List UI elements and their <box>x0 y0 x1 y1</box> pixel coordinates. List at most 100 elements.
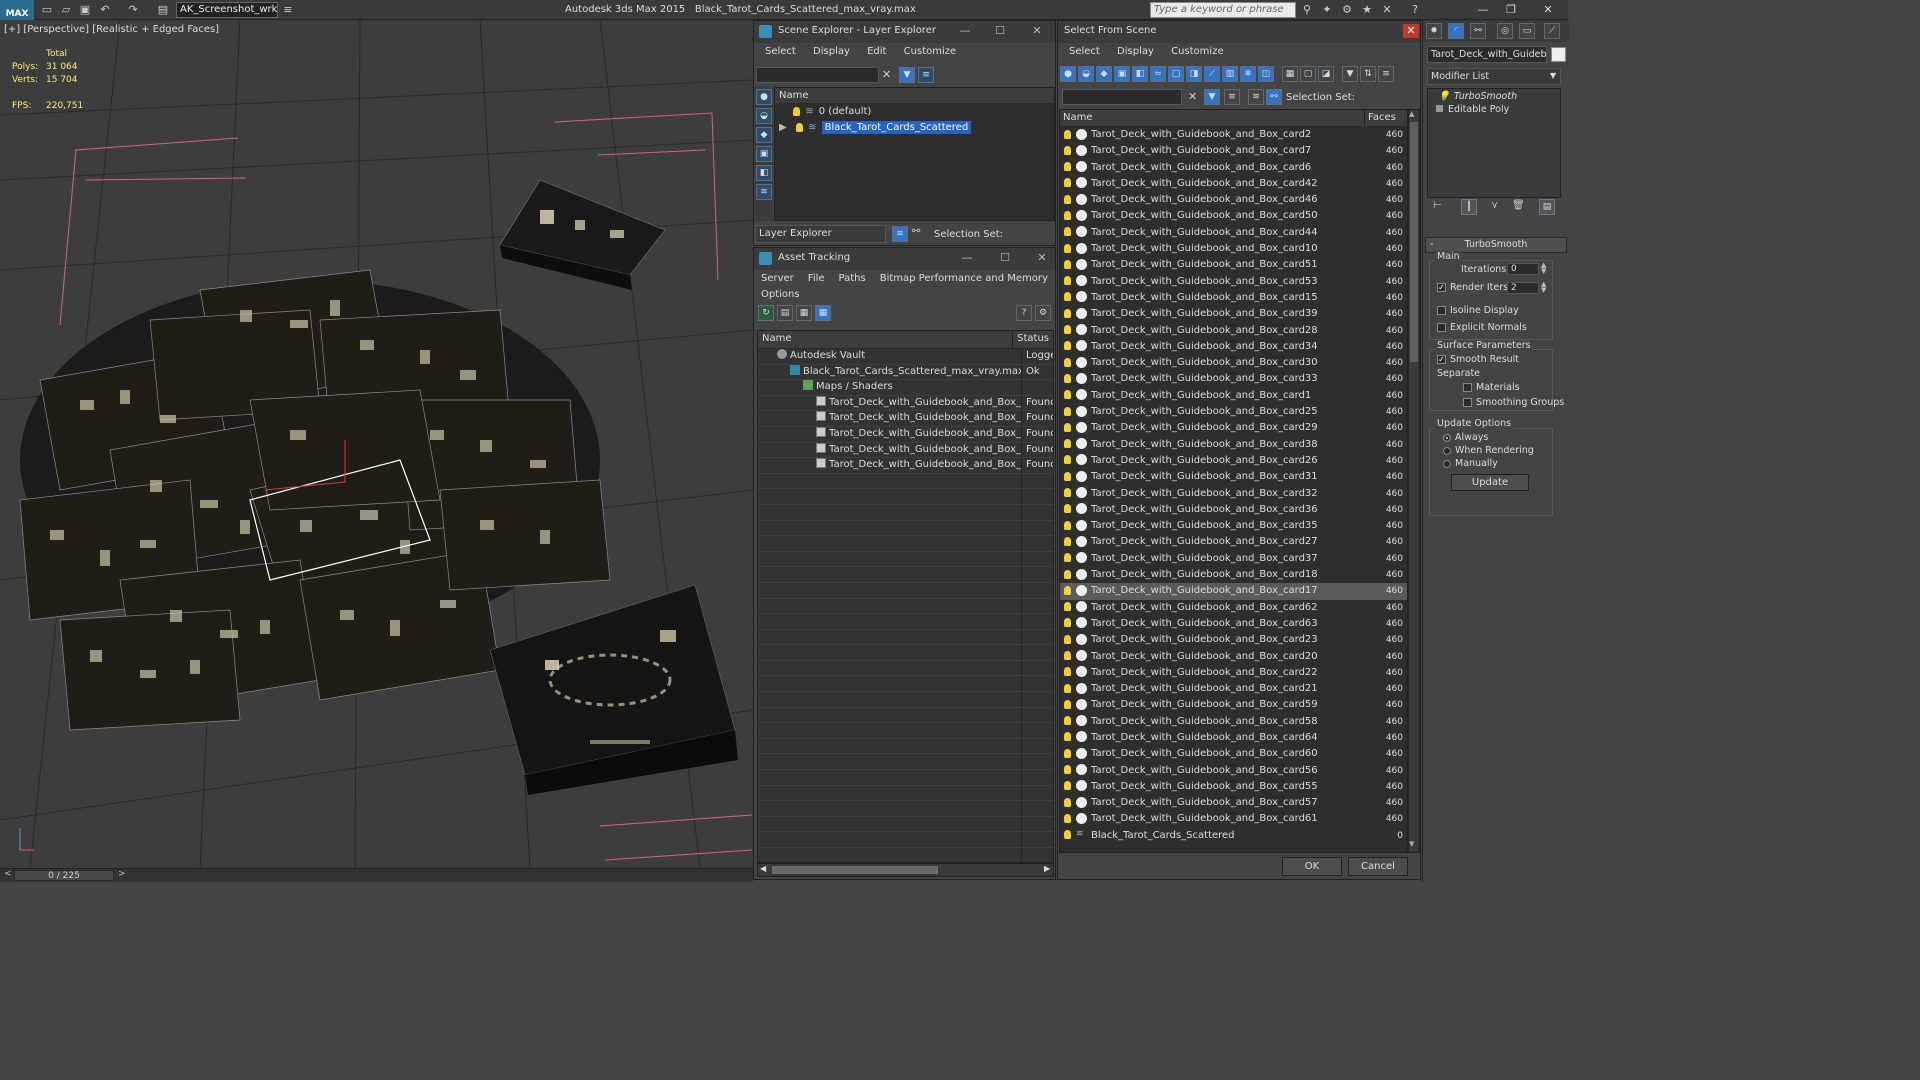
table-view-icon[interactable]: ▦ <box>796 305 812 321</box>
maximize-icon[interactable]: ☐ <box>997 251 1013 265</box>
object-row[interactable]: Tarot_Deck_with_Guidebook_and_Box_card10… <box>1060 241 1407 257</box>
light-bulb-icon[interactable] <box>1064 488 1071 498</box>
light-bulb-icon[interactable] <box>1064 732 1071 742</box>
light-bulb-icon[interactable] <box>1064 178 1071 188</box>
object-row[interactable]: Tarot_Deck_with_Guidebook_and_Box_card2 4… <box>1060 127 1407 143</box>
object-row[interactable]: Tarot_Deck_with_Guidebook_and_Box_card64… <box>1060 730 1407 746</box>
object-row[interactable]: Tarot_Deck_with_Guidebook_and_Box_card15… <box>1060 290 1407 306</box>
render-iters-row[interactable]: ✓ Render Iters: <box>1437 282 1511 293</box>
light-bulb-icon[interactable] <box>1064 813 1071 823</box>
light-bulb-icon[interactable] <box>1064 357 1071 367</box>
menu-options[interactable]: Options <box>754 286 807 303</box>
object-row[interactable]: Tarot_Deck_with_Guidebook_and_Box_card37… <box>1060 551 1407 567</box>
object-row[interactable]: Tarot_Deck_with_Guidebook_and_Box_card23… <box>1060 632 1407 648</box>
show-end-result-icon[interactable]: ┃ <box>1461 199 1477 215</box>
object-row[interactable]: Tarot_Deck_with_Guidebook_and_Box_card38… <box>1060 437 1407 453</box>
manually-row[interactable]: Manually <box>1443 458 1498 469</box>
display-shapes-icon[interactable]: ◒ <box>1078 66 1094 82</box>
light-bulb-icon[interactable] <box>1064 341 1071 351</box>
cancel-button[interactable]: Cancel <box>1348 857 1408 876</box>
prev-frame-button[interactable]: < <box>4 869 12 879</box>
refresh-icon[interactable]: ↻ <box>758 305 774 321</box>
light-bulb-icon[interactable] <box>1064 210 1071 220</box>
light-bulb-icon[interactable] <box>1064 259 1071 269</box>
scroll-down-icon[interactable]: ▼ <box>1409 840 1414 848</box>
create-tab-icon[interactable]: ✸ <box>1426 23 1442 39</box>
perspective-viewport[interactable]: [+] [Perspective] [Realistic + Edged Fac… <box>0 20 753 868</box>
display-helpers-icon[interactable]: ◧ <box>756 165 772 181</box>
object-row[interactable]: Tarot_Deck_with_Guidebook_and_Box_card44… <box>1060 225 1407 241</box>
modifier-list-dropdown[interactable]: Modifier List <box>1427 68 1561 85</box>
frame-counter[interactable]: 0 / 225 <box>14 870 114 881</box>
light-bulb-icon[interactable] <box>1064 585 1071 595</box>
stack-item-editable-poly[interactable]: Editable Poly <box>1428 102 1560 115</box>
explicit-normals-row[interactable]: Explicit Normals <box>1437 322 1527 333</box>
stack-item-turbosmooth[interactable]: 💡 TurboSmooth <box>1428 89 1560 102</box>
viewport-label[interactable]: [+] [Perspective] [Realistic + Edged Fac… <box>4 24 219 35</box>
asset-row[interactable]: Black_Tarot_Cards_Scattered_max_vray.max… <box>758 364 1053 381</box>
display-frozen-icon[interactable]: ❄ <box>1240 66 1256 82</box>
explorer-type-dropdown[interactable]: Layer Explorer <box>755 225 886 243</box>
object-row[interactable]: Tarot_Deck_with_Guidebook_and_Box_card63… <box>1060 616 1407 632</box>
asset-row[interactable]: Tarot_Deck_with_Guidebook_and_Box_2_di..… <box>758 395 1053 412</box>
menu-bitmap[interactable]: Bitmap Performance and Memory <box>873 270 1055 287</box>
object-row[interactable]: Tarot_Deck_with_Guidebook_and_Box_card57… <box>1060 795 1407 811</box>
object-row[interactable]: Tarot_Deck_with_Guidebook_and_Box_card28… <box>1060 323 1407 339</box>
display-groups-icon[interactable]: ▢ <box>1168 66 1184 82</box>
menu-select[interactable]: Select <box>758 43 803 60</box>
light-bulb-icon[interactable] <box>1064 276 1071 286</box>
render-iters-checkbox[interactable]: ✓ <box>1437 283 1446 292</box>
clear-search-icon[interactable]: ✕ <box>1188 90 1197 103</box>
spinner-arrows-icon[interactable]: ▲ ▼ <box>1541 262 1546 275</box>
workspace-dropdown[interactable]: AK_Screenshot_wrksp <box>176 2 278 18</box>
object-row[interactable]: Tarot_Deck_with_Guidebook_and_Box_card50… <box>1060 208 1407 224</box>
col-name-header[interactable]: Name <box>758 331 1014 348</box>
light-bulb-icon[interactable] <box>1064 536 1071 546</box>
sfs-search-input[interactable] <box>1062 89 1182 105</box>
always-radio[interactable] <box>1443 433 1451 442</box>
open-file-icon[interactable]: ▱ <box>59 3 73 17</box>
object-row[interactable]: Tarot_Deck_with_Guidebook_and_Box_card51… <box>1060 257 1407 273</box>
display-geometry-icon[interactable]: ● <box>756 89 772 105</box>
close-icon[interactable]: ✕ <box>1029 24 1045 38</box>
smoothing-groups-row[interactable]: Smoothing Groups <box>1463 397 1564 408</box>
light-bulb-icon[interactable] <box>1064 781 1071 791</box>
display-lights-icon[interactable]: ◆ <box>756 127 772 143</box>
object-row[interactable]: Tarot_Deck_with_Guidebook_and_Box_card32… <box>1060 486 1407 502</box>
object-row[interactable]: Tarot_Deck_with_Guidebook_and_Box_card58… <box>1060 714 1407 730</box>
maximize-icon[interactable]: ☐ <box>992 24 1008 38</box>
scroll-up-icon[interactable]: ▲ <box>1409 110 1414 118</box>
asset-row[interactable]: Autodesk Vault Logge <box>758 349 1053 365</box>
motion-tab-icon[interactable]: ◎ <box>1497 23 1513 39</box>
display-none-icon[interactable]: ▢ <box>1300 66 1316 82</box>
menu-display[interactable]: Display <box>806 43 857 60</box>
light-bulb-icon[interactable] <box>1064 325 1071 335</box>
display-cameras-icon[interactable]: ▣ <box>756 146 772 162</box>
object-row[interactable]: Tarot_Deck_with_Guidebook_and_Box_card36… <box>1060 502 1407 518</box>
menu-select[interactable]: Select <box>1062 43 1107 60</box>
object-row[interactable]: Tarot_Deck_with_Guidebook_and_Box_card25… <box>1060 404 1407 420</box>
sort-icon[interactable]: ⇅ <box>1360 66 1376 82</box>
display-hidden-icon[interactable]: ◫ <box>1258 66 1274 82</box>
light-bulb-icon[interactable] <box>1064 162 1071 172</box>
list-view-icon[interactable]: ▤ <box>777 305 793 321</box>
display-bones-icon[interactable]: ⟋ <box>1204 66 1220 82</box>
menu-paths[interactable]: Paths <box>832 270 873 287</box>
light-bulb-icon[interactable] <box>795 122 803 132</box>
filter-icon[interactable]: ▼ <box>1342 66 1358 82</box>
display-layers-icon[interactable]: ≋ <box>756 184 772 200</box>
project-folder-icon[interactable]: ▤ <box>156 3 170 17</box>
display-containers-icon[interactable]: ▥ <box>1222 66 1238 82</box>
layer-explorer-icon[interactable]: ≋ <box>892 226 908 242</box>
explicit-normals-checkbox[interactable] <box>1437 323 1446 332</box>
light-bulb-icon[interactable] <box>1064 602 1071 612</box>
light-bulb-icon[interactable] <box>1064 390 1071 400</box>
object-row[interactable]: Tarot_Deck_with_Guidebook_and_Box_card30… <box>1060 355 1407 371</box>
help-icon[interactable]: ? <box>1016 305 1032 321</box>
light-bulb-icon[interactable] <box>1064 716 1071 726</box>
favorites-icon[interactable]: ★ <box>1360 3 1374 17</box>
iterations-spinner[interactable]: 0 <box>1507 263 1539 275</box>
restore-icon[interactable]: ❐ <box>1503 2 1519 18</box>
smooth-result-checkbox[interactable]: ✓ <box>1437 355 1446 364</box>
collapse-icon[interactable]: - <box>1430 238 1433 252</box>
